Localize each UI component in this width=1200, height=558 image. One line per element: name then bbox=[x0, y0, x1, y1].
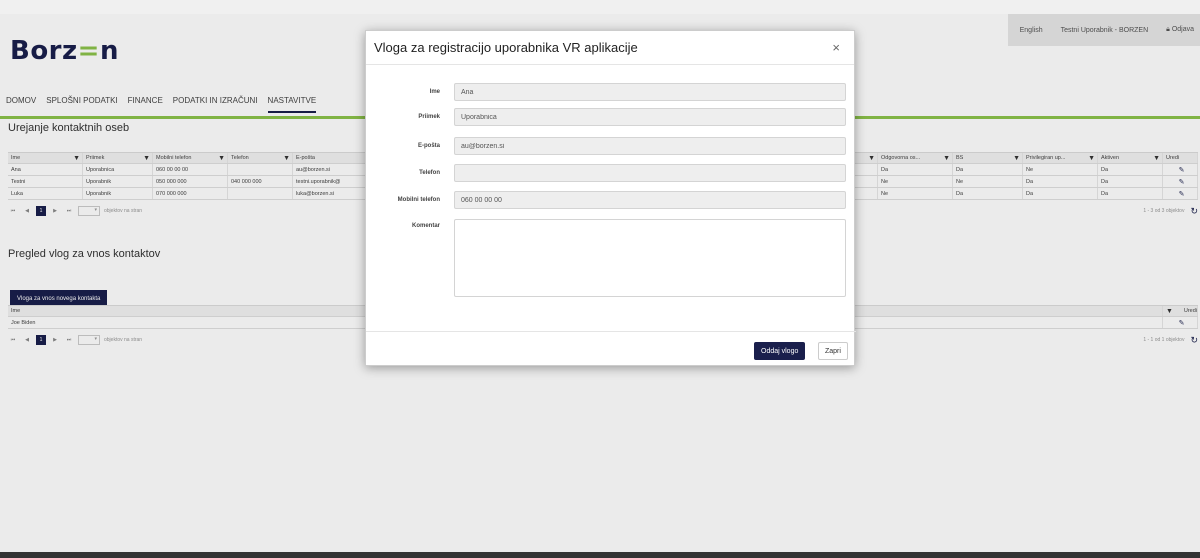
priimek-field[interactable] bbox=[454, 108, 846, 126]
footer-bar bbox=[0, 552, 1200, 558]
ime-label: Ime bbox=[429, 89, 440, 95]
dialog-title: Vloga za registracijo uporabnika VR apli… bbox=[374, 40, 638, 55]
mobilni-label: Mobilni telefon bbox=[397, 197, 440, 203]
eposta-label: E-pošta bbox=[417, 143, 440, 149]
field-mobilni: Mobilni telefon bbox=[366, 191, 856, 209]
submit-button[interactable]: Oddaj vlogo bbox=[754, 342, 806, 360]
field-ime: Ime bbox=[366, 83, 856, 101]
field-eposta: E-pošta bbox=[366, 137, 856, 155]
field-priimek: Priimek bbox=[366, 108, 856, 126]
ime-field[interactable] bbox=[454, 83, 846, 101]
close-button[interactable]: Zapri bbox=[818, 342, 848, 360]
telefon-label: Telefon bbox=[419, 170, 440, 176]
mobilni-field[interactable] bbox=[454, 191, 846, 209]
dialog-footer: Oddaj vlogo Zapri bbox=[366, 331, 856, 367]
field-telefon: Telefon bbox=[366, 164, 856, 182]
email-field[interactable] bbox=[454, 137, 846, 155]
telefon-field[interactable] bbox=[454, 164, 846, 182]
close-icon[interactable]: × bbox=[832, 40, 846, 55]
priimek-label: Priimek bbox=[418, 114, 440, 120]
browser-top-strip bbox=[0, 0, 1200, 14]
dialog-header: Vloga za registracijo uporabnika VR apli… bbox=[366, 31, 854, 65]
komentar-textarea[interactable] bbox=[454, 219, 846, 297]
komentar-label: Komentar bbox=[411, 223, 440, 229]
registration-dialog: Vloga za registracijo uporabnika VR apli… bbox=[365, 30, 856, 367]
field-komentar: Komentar bbox=[366, 219, 856, 297]
